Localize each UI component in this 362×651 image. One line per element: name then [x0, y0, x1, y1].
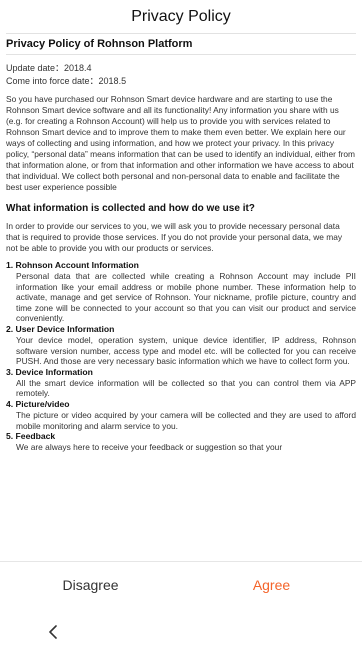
update-date: Update date：2018.4 — [6, 63, 92, 73]
policy-content[interactable]: Privacy Policy of Rohnson Platform Updat… — [0, 33, 362, 555]
list-item-title: 4. Picture/video — [6, 398, 70, 409]
document-title: Privacy Policy of Rohnson Platform — [6, 33, 356, 55]
section-intro-paragraph: In order to provide our services to you,… — [6, 221, 343, 253]
list-item-text: Personal data that are collected while c… — [16, 271, 356, 324]
disagree-button[interactable]: Disagree — [0, 562, 181, 606]
list-item-text: Your device model, operation system, uni… — [16, 334, 356, 367]
list-item: 4. Picture/video The picture or video ac… — [6, 399, 356, 431]
privacy-policy-screen: Privacy Policy Privacy Policy of Rohnson… — [0, 0, 362, 651]
list-item-text: The picture or video acquired by your ca… — [16, 409, 356, 431]
list-item-text: We are always here to receive your feedb… — [16, 442, 283, 453]
chevron-left-icon — [47, 624, 59, 645]
list-item: 1. Rohnson Account Information Personal … — [6, 260, 356, 324]
back-button[interactable] — [42, 623, 64, 645]
list-item-text: All the smart device information will be… — [16, 377, 356, 399]
system-nav-bar — [0, 617, 362, 651]
agree-button[interactable]: Agree — [181, 562, 362, 606]
info-list: 1. Rohnson Account Information Personal … — [0, 260, 362, 453]
section-heading: What information is collected and how do… — [6, 203, 255, 214]
list-item: 2. User Device Information Your device m… — [6, 324, 356, 367]
force-date: Come into force date：2018.5 — [6, 76, 127, 86]
list-item-title: 3. Device Information — [6, 366, 93, 377]
nav-title: Privacy Policy — [131, 8, 231, 25]
list-item: 5. Feedback We are always here to receiv… — [6, 431, 356, 453]
intro-paragraph: So you have purchased our Rohnson Smart … — [6, 94, 355, 192]
list-item-title: 2. User Device Information — [6, 323, 115, 334]
list-item: 3. Device Information All the smart devi… — [6, 367, 356, 399]
list-item-title: 1. Rohnson Account Information — [6, 260, 139, 270]
list-item-title: 5. Feedback — [6, 431, 56, 442]
action-bar: Disagree Agree — [0, 561, 362, 606]
